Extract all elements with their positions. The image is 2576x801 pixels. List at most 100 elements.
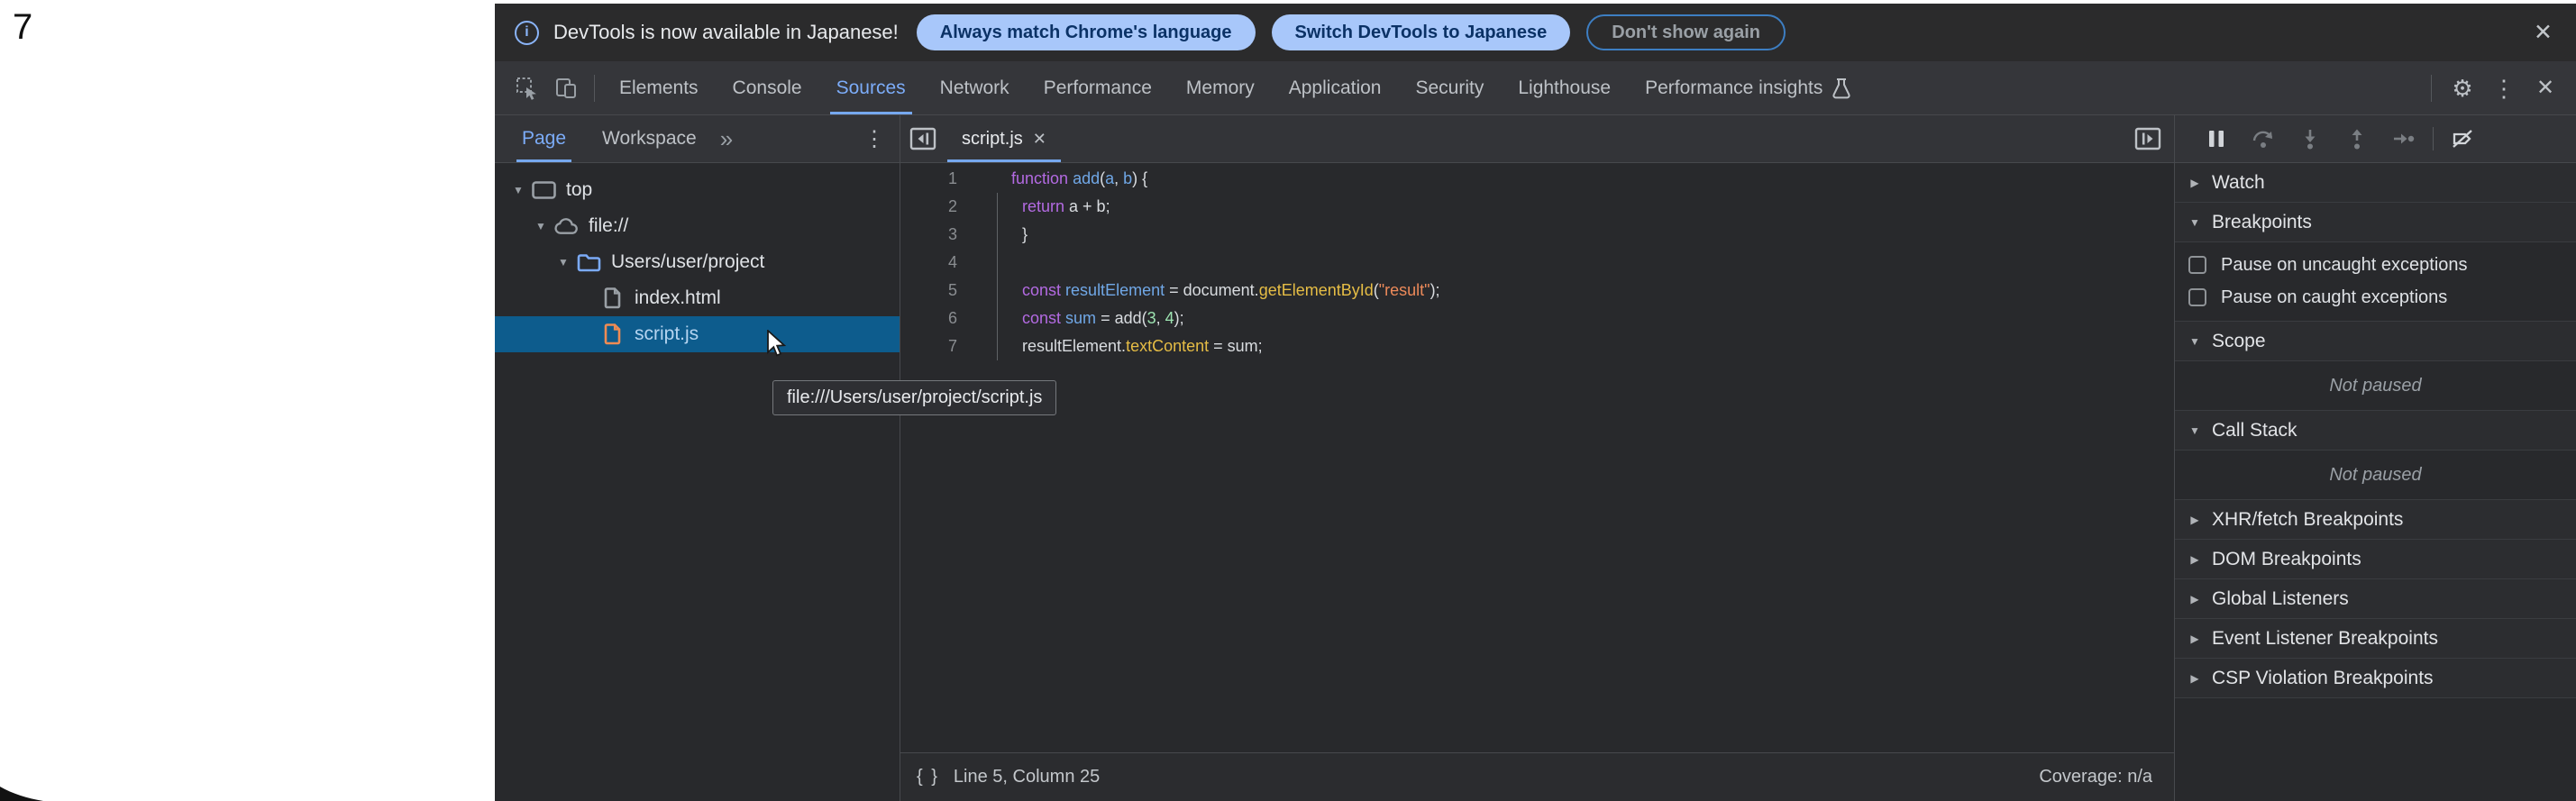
close-devtools-icon[interactable]: ✕ (2527, 77, 2563, 99)
main-toolbar: ElementsConsoleSources Network Performance… (495, 61, 2576, 115)
dont-show-again-button[interactable]: Don't show again (1586, 14, 1786, 50)
panel-right-toggle-icon[interactable] (2134, 127, 2161, 150)
tab-label: Performance insights (1645, 77, 1822, 99)
cloud-icon (554, 217, 579, 235)
section-header-xhr-fetch-breakpoints[interactable]: ▶XHR/fetch Breakpoints (2175, 500, 2576, 540)
code-line-1[interactable]: 1function add(a, b) { (900, 165, 2174, 193)
editor-tab-close-icon[interactable]: ✕ (1033, 130, 1046, 149)
section-label: Scope (2212, 331, 2266, 352)
pause-uncaught-checkbox[interactable] (2188, 256, 2206, 274)
triangle-down-icon: ▼ (2188, 424, 2201, 437)
line-number[interactable]: 3 (900, 225, 957, 244)
step-out-icon[interactable] (2334, 128, 2380, 150)
section-header-global-listeners[interactable]: ▶ Global Listeners (2175, 579, 2576, 619)
line-number[interactable]: 5 (900, 281, 957, 300)
panel-left-toggle-icon[interactable] (909, 127, 936, 150)
navigator-subtab-workspace[interactable]: Workspace (597, 115, 702, 162)
editor-tab-strip: script.js ✕ (900, 115, 2174, 163)
code-line-7[interactable]: 7resultElement.textContent = sum; (900, 332, 2174, 360)
code-text: function add(a, b) { (957, 169, 1147, 188)
line-number[interactable]: 4 (900, 253, 957, 272)
file-tree: ▼top▼file://▼Users/user/projectindex.htm… (495, 163, 900, 801)
tab-memory[interactable]: Memory (1169, 61, 1272, 114)
device-toolbar-icon[interactable] (555, 77, 579, 100)
section-header-csp-violation-breakpoints[interactable]: ▶CSP Violation Breakpoints (2175, 659, 2576, 698)
tab-performance[interactable]: Performance (1027, 61, 1169, 114)
tree-item-label: index.html (635, 287, 721, 309)
toolbar-separator (594, 75, 595, 102)
always-match-language-button[interactable]: Always match Chrome's language (917, 14, 1256, 50)
code-line-3[interactable]: 3} (900, 221, 2174, 249)
pause-caught-checkbox[interactable] (2188, 288, 2206, 306)
cursor-position-text: Line 5, Column 25 (954, 767, 1100, 787)
triangle-right-icon: ▶ (2188, 593, 2201, 605)
tab-application[interactable]: Application (1272, 61, 1399, 114)
pause-icon[interactable] (2193, 128, 2240, 150)
tree-item-label: script.js (635, 323, 699, 345)
checkbox-label: Pause on caught exceptions (2221, 287, 2447, 308)
indent-guide-line (997, 193, 998, 360)
section-header-event-listener-breakpoints[interactable]: ▶Event Listener Breakpoints (2175, 619, 2576, 659)
switch-to-japanese-button[interactable]: Switch DevTools to Japanese (1272, 14, 1571, 50)
deactivate-breakpoints-icon[interactable] (2439, 128, 2486, 150)
section-header-call-stack[interactable]: ▼Call Stack (2175, 411, 2576, 451)
flask-icon (1832, 77, 1851, 99)
more-tabs-chevron-icon[interactable]: » (720, 125, 733, 153)
code-text: resultElement.textContent = sum; (957, 337, 1263, 356)
navigator-subtab-page[interactable]: Page (516, 115, 571, 162)
line-number[interactable]: 2 (900, 197, 957, 216)
expander-triangle-icon[interactable]: ▼ (511, 184, 525, 196)
section-header-breakpoints[interactable]: ▼Breakpoints (2175, 203, 2576, 242)
tab-sources[interactable]: Sources (819, 61, 923, 114)
tree-item-project-folder[interactable]: ▼Users/user/project (495, 244, 900, 280)
section-header-scope[interactable]: ▼Scope (2175, 322, 2576, 361)
editor-status-bar: { } Line 5, Column 25 Coverage: n/a (900, 752, 2174, 801)
code-editor[interactable]: 1function add(a, b) {2return a + b;3}45c… (900, 163, 2174, 752)
section-label: Global Listeners (2212, 588, 2349, 610)
tab-network[interactable]: Network (923, 61, 1027, 114)
section-header-dom-breakpoints[interactable]: ▶DOM Breakpoints (2175, 540, 2576, 579)
tree-item-script-js[interactable]: script.js (495, 316, 900, 352)
step-into-icon[interactable] (2287, 128, 2334, 150)
code-line-5[interactable]: 5const resultElement = document.getEleme… (900, 277, 2174, 305)
tab-lighthouse[interactable]: Lighthouse (1501, 61, 1628, 114)
expander-triangle-icon[interactable]: ▼ (556, 256, 571, 269)
toolbar-right: ⚙ ⋮ ✕ (2424, 75, 2563, 102)
kebab-menu-icon[interactable]: ⋮ (2486, 77, 2522, 100)
line-number[interactable]: 7 (900, 337, 957, 356)
gear-icon[interactable]: ⚙ (2444, 77, 2480, 100)
tab-label: Performance (1044, 77, 1152, 99)
editor-tab-script-js[interactable]: script.js ✕ (947, 115, 1061, 162)
tree-item-label: file:// (589, 215, 628, 237)
braces-icon: { } (917, 767, 939, 787)
tab-label: Lighthouse (1518, 77, 1611, 99)
coverage-text: Coverage: n/a (2039, 767, 2152, 787)
expander-triangle-icon[interactable]: ▼ (534, 220, 548, 232)
folder-icon (577, 253, 601, 272)
line-number[interactable]: 1 (900, 169, 957, 188)
tab-console[interactable]: Console (716, 61, 819, 114)
code-line-6[interactable]: 6const sum = add(3, 4); (900, 305, 2174, 332)
code-line-4[interactable]: 4 (900, 249, 2174, 277)
tree-item-index-html[interactable]: index.html (495, 280, 900, 316)
code-text: } (957, 225, 1028, 244)
pause-caught-row[interactable]: Pause on caught exceptions (2188, 281, 2576, 314)
tree-item-file-scheme[interactable]: ▼ file:// (495, 208, 900, 244)
step-icon[interactable] (2380, 128, 2427, 150)
tab-performance-insights[interactable]: Performance insights (1628, 61, 1868, 114)
section-label: Breakpoints (2212, 212, 2312, 233)
tab-security[interactable]: Security (1398, 61, 1501, 114)
step-over-icon[interactable] (2240, 128, 2287, 150)
tab-elements[interactable]: Elements (602, 61, 716, 114)
code-line-2[interactable]: 2return a + b; (900, 193, 2174, 221)
line-number[interactable]: 6 (900, 309, 957, 328)
navigator-kebab-icon[interactable]: ⋮ (863, 126, 885, 152)
tree-item-top[interactable]: ▼top (495, 172, 900, 208)
banner-close-icon[interactable]: ✕ (2534, 22, 2553, 44)
panel-tabs: ElementsConsoleSources Network Performance… (602, 61, 1868, 114)
not-paused-notice: Not paused (2175, 451, 2576, 500)
section-header-watch[interactable]: ▶Watch (2175, 163, 2576, 203)
inspect-element-icon[interactable] (516, 77, 539, 100)
pause-uncaught-row[interactable]: Pause on uncaught exceptions (2188, 249, 2576, 281)
tab-label: Network (940, 77, 1009, 99)
